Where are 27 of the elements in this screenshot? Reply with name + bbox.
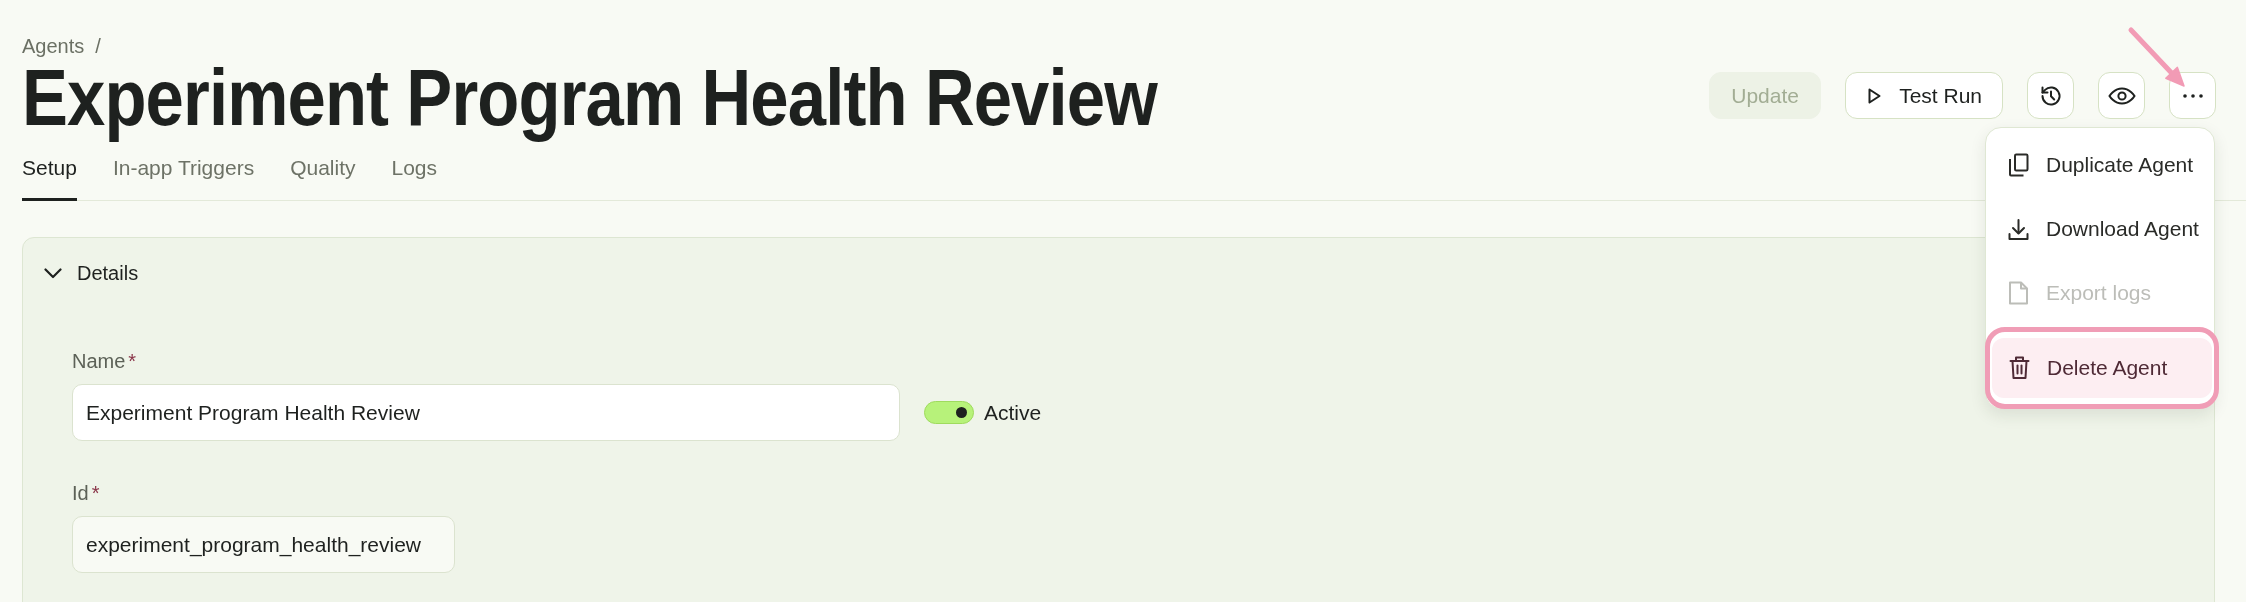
tab[interactable]: Setup	[22, 153, 77, 201]
eye-icon	[2107, 86, 2136, 105]
ellipsis-icon	[2182, 93, 2203, 98]
breadcrumb-link[interactable]: Agents	[22, 34, 85, 58]
field-label: Id*	[72, 481, 100, 505]
tab[interactable]: Quality	[290, 153, 356, 201]
toggle-switch[interactable]	[924, 401, 974, 424]
test-run-button[interactable]: Test Run	[1845, 72, 2003, 119]
menu-item[interactable]: Duplicate Agent	[1986, 133, 2214, 197]
preview-button[interactable]	[2098, 72, 2145, 119]
toggle-label: Active	[984, 399, 1042, 426]
copy-icon	[2008, 153, 2029, 177]
tab[interactable]: Logs	[391, 153, 438, 201]
chevron-down-icon	[44, 267, 62, 279]
trash-icon	[2009, 356, 2030, 380]
tab[interactable]: In-app Triggers	[112, 153, 255, 201]
text-input[interactable]: experiment_program_health_review	[72, 516, 455, 573]
history-button[interactable]	[2027, 72, 2074, 119]
breadcrumb-separator: /	[95, 34, 101, 58]
file-icon	[2008, 281, 2029, 305]
download-icon	[2008, 217, 2029, 241]
text-input[interactable]: Experiment Program Health Review	[72, 384, 900, 441]
play-icon	[1868, 87, 1882, 104]
menu-item[interactable]: Delete Agent	[1992, 338, 2212, 398]
menu-item[interactable]: Download Agent	[1986, 197, 2214, 261]
section-header-button[interactable]: Details	[44, 261, 139, 285]
field-label: Name*	[72, 349, 137, 373]
